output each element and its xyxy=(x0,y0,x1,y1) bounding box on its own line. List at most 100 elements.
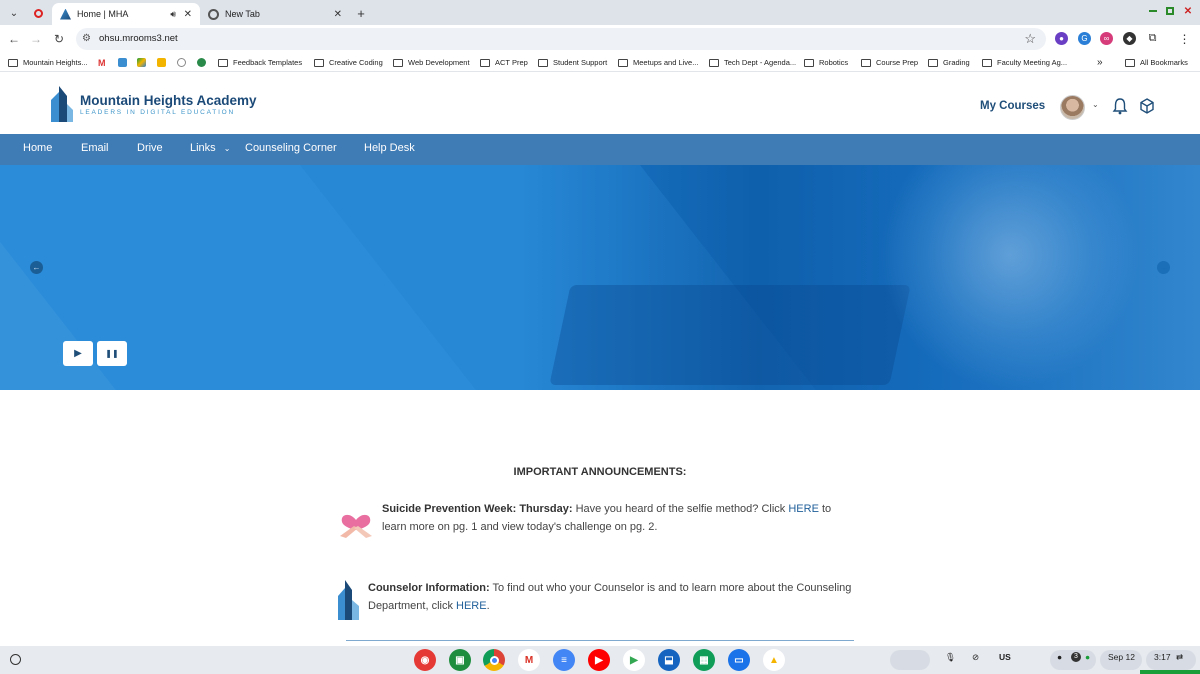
bookmark-grading[interactable]: Grading xyxy=(928,56,970,69)
extension-icon[interactable]: ◆ xyxy=(1123,32,1136,45)
announcement-here-link[interactable]: HERE xyxy=(788,503,819,515)
muted-icon[interactable]: ⊘ xyxy=(972,652,979,663)
check-icon xyxy=(177,58,186,67)
bookmark-app[interactable] xyxy=(197,56,210,69)
extension-icon[interactable]: ● xyxy=(1055,32,1068,45)
mha-favicon-icon xyxy=(60,8,71,20)
files-app-icon[interactable]: ⬓ xyxy=(658,649,680,671)
sheets-app-icon[interactable]: ▦ xyxy=(693,649,715,671)
nav-counseling-corner[interactable]: Counseling Corner xyxy=(245,142,337,154)
mha-logo-icon[interactable] xyxy=(47,86,75,122)
reload-icon[interactable]: ↻ xyxy=(51,31,67,47)
folder-icon xyxy=(1125,58,1135,67)
canvas-app-icon[interactable]: ◉ xyxy=(414,649,436,671)
carousel-next-icon[interactable]: → xyxy=(1157,261,1170,274)
bookmark-gmail[interactable]: M xyxy=(98,56,106,69)
bookmark-creative-coding[interactable]: Creative Coding xyxy=(314,56,383,69)
folder-app-icon[interactable]: ▭ xyxy=(728,649,750,671)
url-text[interactable]: ohsu.mrooms3.net xyxy=(99,33,178,44)
nav-home[interactable]: Home xyxy=(23,142,52,154)
bookmark-course-prep[interactable]: Course Prep xyxy=(861,56,918,69)
carousel-play-button[interactable]: ▶ xyxy=(63,341,93,366)
forward-arrow-icon[interactable]: → xyxy=(28,31,44,47)
maximize-window-icon[interactable] xyxy=(1163,4,1177,18)
play-store-app-icon[interactable]: ▶ xyxy=(623,649,645,671)
gmail-app-icon[interactable]: M xyxy=(518,649,540,671)
announcement-here-link[interactable]: HERE xyxy=(456,600,487,612)
all-bookmarks-button[interactable]: All Bookmarks xyxy=(1125,56,1188,69)
bookmark-mha[interactable] xyxy=(118,56,131,69)
folder-icon xyxy=(928,58,938,67)
close-tab-icon[interactable]: ✕ xyxy=(334,9,342,20)
announcement-heading: Counselor Information: xyxy=(368,582,490,594)
messages-icon[interactable] xyxy=(1139,97,1155,115)
bookmark-mountain-heights[interactable]: Mountain Heights... xyxy=(8,56,88,69)
browser-menu-icon[interactable]: ⋮ xyxy=(1178,32,1191,46)
folder-icon xyxy=(393,58,403,67)
network-icon: ⇄ xyxy=(1176,652,1184,662)
folder-icon xyxy=(538,58,548,67)
heart-hands-icon xyxy=(340,514,372,538)
docs-app-icon[interactable]: ≡ xyxy=(553,649,575,671)
chevron-down-icon[interactable]: ⌄ xyxy=(1092,100,1099,109)
mha-icon xyxy=(118,58,127,67)
chrome-favicon-icon xyxy=(208,8,219,20)
bookmark-student-support[interactable]: Student Support xyxy=(538,56,607,69)
time-text: 3:17 xyxy=(1154,652,1171,662)
extensions-puzzle-icon[interactable]: ⧉ xyxy=(1146,32,1159,45)
battery-indicator xyxy=(1140,670,1200,674)
bookmark-check[interactable] xyxy=(177,56,190,69)
bookmarks-bar: Mountain Heights... M Feedback Templates… xyxy=(0,53,1200,72)
carousel-prev-icon[interactable]: ← xyxy=(30,261,43,274)
my-courses-link[interactable]: My Courses xyxy=(980,100,1045,112)
nav-drive[interactable]: Drive xyxy=(137,142,163,154)
bookmark-feedback-templates[interactable]: Feedback Templates xyxy=(218,56,302,69)
bookmark-slides[interactable] xyxy=(157,56,170,69)
screen-capture-preview[interactable] xyxy=(890,650,930,670)
notification-count: 3 xyxy=(1071,652,1081,662)
launcher-icon[interactable] xyxy=(10,654,21,665)
extension-icon[interactable]: G xyxy=(1078,32,1091,45)
drive-app-icon[interactable]: ▲ xyxy=(763,649,785,671)
carousel-pause-button[interactable]: ❚❚ xyxy=(97,341,127,366)
microphone-icon[interactable]: 🎙︎ xyxy=(945,652,956,663)
announcements-title: IMPORTANT ANNOUNCEMENTS: xyxy=(513,466,687,478)
tab-new-tab[interactable]: New Tab ✕ xyxy=(200,3,350,25)
bookmark-act-prep[interactable]: ACT Prep xyxy=(480,56,528,69)
nav-links[interactable]: Links ⌄ xyxy=(190,142,230,154)
bookmark-web-development[interactable]: Web Development xyxy=(393,56,470,69)
tab-search-chevron-icon[interactable]: ⌄ xyxy=(5,4,23,22)
close-tab-icon[interactable]: ✕ xyxy=(184,9,192,20)
site-header: Mountain Heights Academy LEADERS IN DIGI… xyxy=(0,73,1200,134)
extension-icon[interactable]: ∞ xyxy=(1100,32,1113,45)
tab-home-mha[interactable]: Home | MHA 🔊︎ ✕ xyxy=(52,3,200,25)
bookmark-star-icon[interactable]: ☆ xyxy=(1024,31,1036,47)
site-settings-icon[interactable]: ⚙ xyxy=(82,33,91,44)
recording-icon[interactable] xyxy=(29,4,47,22)
new-tab-button[interactable]: + xyxy=(352,4,370,22)
nav-email[interactable]: Email xyxy=(81,142,109,154)
bell-icon[interactable] xyxy=(1112,97,1128,115)
bookmark-tech-dept[interactable]: Tech Dept - Agenda... xyxy=(709,56,796,69)
chrome-app-icon[interactable] xyxy=(483,649,505,671)
nav-help-desk[interactable]: Help Desk xyxy=(364,142,415,154)
audio-playing-icon[interactable]: 🔊︎ xyxy=(170,9,176,20)
bookmark-faculty-meeting[interactable]: Faculty Meeting Ag... xyxy=(982,56,1067,69)
bookmark-meetups[interactable]: Meetups and Live... xyxy=(618,56,698,69)
bookmark-robotics[interactable]: Robotics xyxy=(804,56,848,69)
app-icon xyxy=(197,58,206,67)
bookmark-drive[interactable] xyxy=(137,56,150,69)
folder-icon xyxy=(982,58,992,67)
site-logo-name[interactable]: Mountain Heights Academy xyxy=(80,93,257,108)
gmail-icon: M xyxy=(98,57,106,68)
address-bar[interactable]: ⚙ ohsu.mrooms3.net ☆ xyxy=(76,28,1046,50)
youtube-app-icon[interactable]: ▶ xyxy=(588,649,610,671)
user-avatar[interactable] xyxy=(1060,95,1085,120)
close-window-icon[interactable]: ✕ xyxy=(1181,4,1195,18)
keyboard-layout[interactable]: US xyxy=(999,652,1011,662)
minimize-window-icon[interactable] xyxy=(1146,4,1160,18)
more-bookmarks-button[interactable]: » xyxy=(1097,56,1103,69)
back-arrow-icon[interactable]: ← xyxy=(6,31,22,47)
classroom-app-icon[interactable]: ▣ xyxy=(449,649,471,671)
hero-photo-laptop xyxy=(549,285,911,385)
